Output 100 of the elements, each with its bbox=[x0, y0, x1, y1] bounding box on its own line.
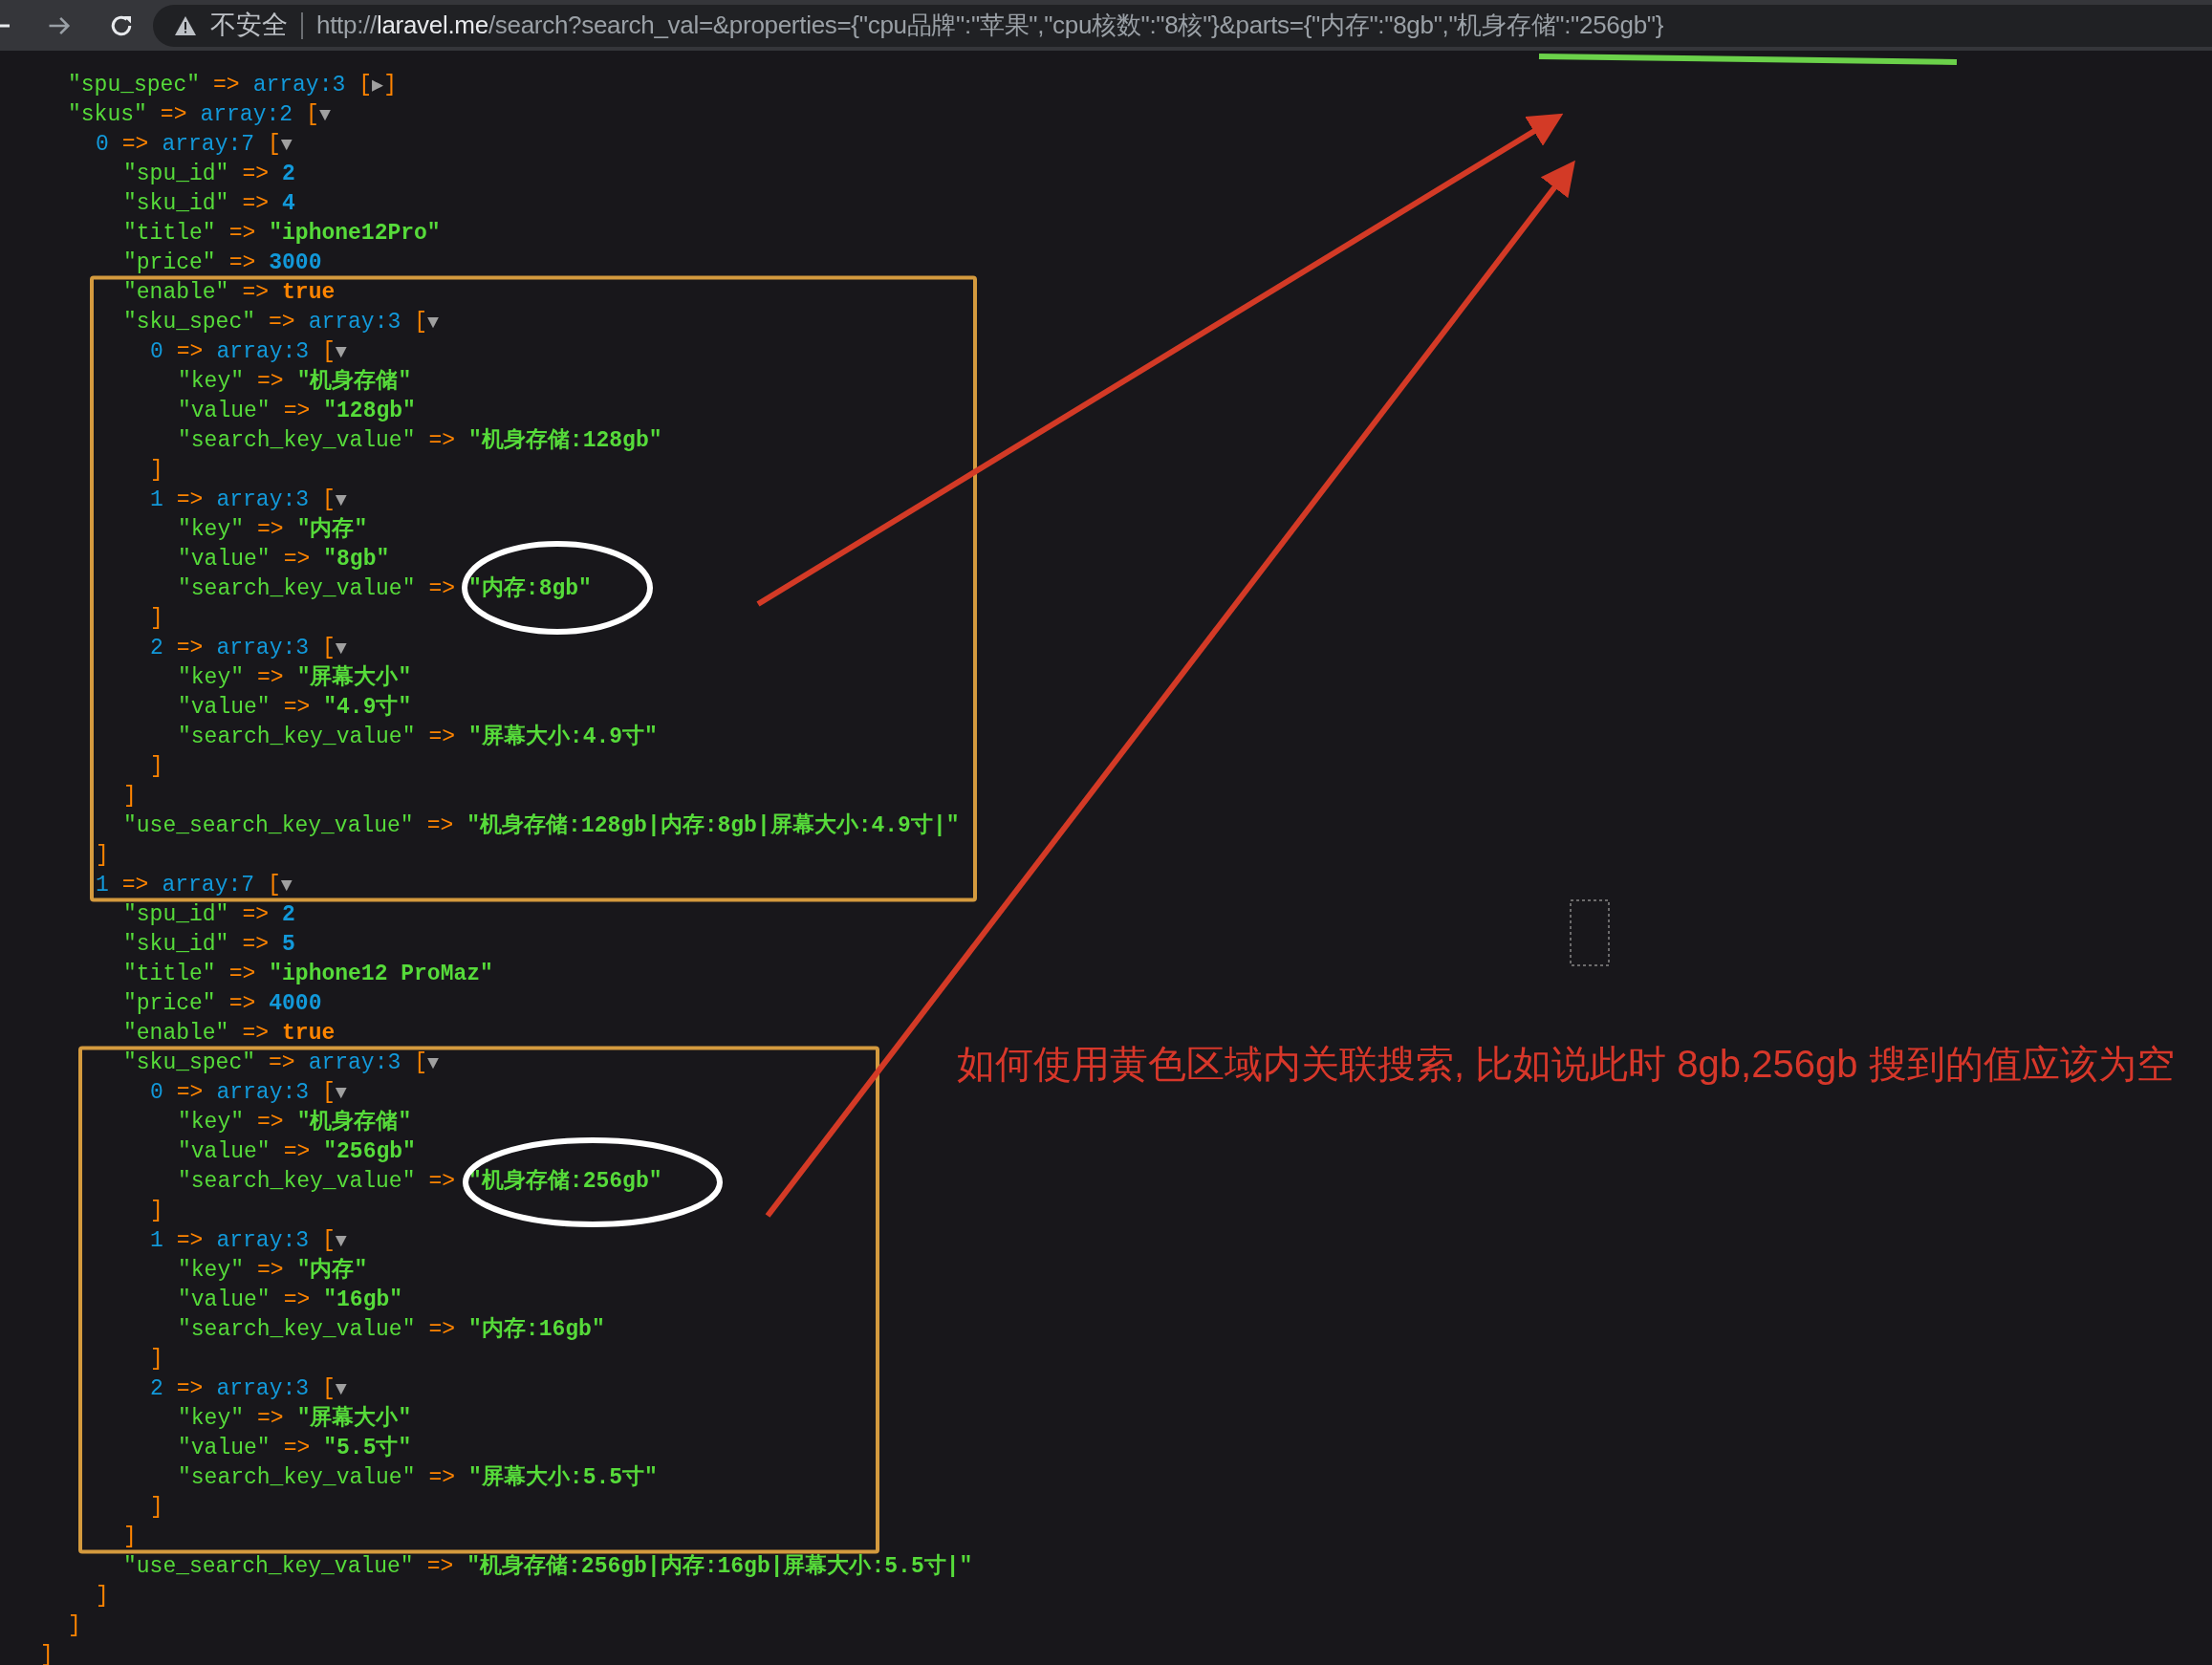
toggle-icon[interactable]: ▼ bbox=[427, 307, 440, 337]
toggle-icon[interactable]: ▼ bbox=[335, 1077, 347, 1108]
dump-arrow: => bbox=[176, 337, 204, 366]
dump-index: 2 bbox=[150, 1374, 163, 1403]
dump-arrow: => bbox=[283, 693, 311, 722]
dump-key: "search_key_value" bbox=[178, 1314, 416, 1345]
dump-string: "内存:8gb" bbox=[468, 574, 592, 603]
dump-key: "sku_spec" bbox=[123, 1048, 256, 1078]
dump-bracket: ] bbox=[150, 456, 163, 485]
dump-key: "search_key_value" bbox=[178, 425, 416, 456]
dump-arrow: => bbox=[121, 130, 149, 159]
dump-type: array:3 bbox=[216, 1226, 310, 1255]
dump-key: "skus" bbox=[68, 99, 147, 130]
url-text[interactable]: http://laravel.me/search?search_val=&properties={"cpu品牌":"苹果","cpu核数":"8核"}&parts={"内存":"8gb","机身存储":"256gb"} bbox=[316, 7, 1664, 44]
dump-key: "key" bbox=[178, 1255, 244, 1286]
dump-bracket: [ bbox=[322, 337, 336, 366]
toggle-icon[interactable]: ▼ bbox=[335, 1373, 347, 1404]
dump-number: 3000 bbox=[269, 249, 322, 277]
dump-string: "屏幕大小:5.5寸" bbox=[468, 1463, 658, 1492]
dump-string: "内存" bbox=[296, 515, 368, 544]
toggle-icon[interactable]: ▶ bbox=[372, 70, 384, 100]
dump-key: "use_search_key_value" bbox=[123, 811, 414, 841]
dump-key: "sku_id" bbox=[123, 929, 229, 960]
dump-string: "机身存储:256gb|内存:16gb|屏幕大小:5.5寸|" bbox=[466, 1552, 973, 1581]
dump-bracket: [ bbox=[322, 634, 336, 662]
dump-arrow: => bbox=[426, 811, 454, 840]
security-label: 不安全 bbox=[210, 10, 288, 42]
dump-key: "key" bbox=[178, 366, 244, 397]
dump-arrow: => bbox=[257, 1404, 284, 1433]
dump-string: "机身存储" bbox=[296, 367, 412, 396]
dump-number: 4000 bbox=[269, 989, 322, 1018]
dump-key: "key" bbox=[178, 1403, 244, 1434]
dump-arrow: => bbox=[176, 1226, 204, 1255]
dump-string: "5.5寸" bbox=[323, 1434, 412, 1462]
toggle-icon[interactable]: ▼ bbox=[335, 336, 347, 367]
dump-arrow: => bbox=[242, 900, 270, 929]
dump-bracket: ] bbox=[68, 1611, 81, 1640]
toggle-icon[interactable]: ▼ bbox=[335, 633, 347, 663]
toggle-icon[interactable]: ▼ bbox=[280, 129, 293, 160]
dump-type: array:3 bbox=[216, 634, 310, 662]
dump-index: 2 bbox=[150, 634, 163, 662]
dump-arrow: => bbox=[428, 723, 456, 751]
dump-bracket: ] bbox=[96, 1582, 109, 1611]
dump-arrow: => bbox=[176, 634, 204, 662]
dump-arrow: => bbox=[428, 574, 456, 603]
dump-bracket: ] bbox=[383, 71, 397, 99]
dump-key: "sku_id" bbox=[123, 188, 229, 219]
dump-arrow: => bbox=[176, 1374, 204, 1403]
dump-type: array:3 bbox=[216, 337, 310, 366]
dump-arrow: => bbox=[257, 663, 284, 692]
dump-bracket: ] bbox=[123, 1523, 137, 1551]
dump-key: "spu_id" bbox=[123, 899, 229, 930]
dump-arrow: => bbox=[283, 1137, 311, 1166]
dump-arrow: => bbox=[428, 1315, 456, 1344]
dump-string: "128gb" bbox=[323, 397, 416, 425]
dump-bracket: [ bbox=[414, 1049, 428, 1077]
dump-arrow: => bbox=[428, 426, 456, 455]
dump-key: "use_search_key_value" bbox=[123, 1551, 414, 1582]
dump-key: "value" bbox=[178, 1136, 271, 1167]
toggle-icon[interactable]: ▼ bbox=[335, 1225, 347, 1256]
dump-type: array:3 bbox=[216, 486, 310, 514]
dump-arrow: => bbox=[121, 871, 149, 899]
dump-key: "enable" bbox=[123, 277, 229, 308]
dump-string: "机身存储" bbox=[296, 1108, 412, 1136]
selection-rectangle bbox=[1570, 899, 1610, 966]
dump-bracket: [ bbox=[268, 130, 281, 159]
dump-number: 2 bbox=[282, 900, 295, 929]
dump-bracket: ] bbox=[123, 782, 137, 811]
dump-type: array:3 bbox=[308, 1049, 401, 1077]
dump-bracket: [ bbox=[414, 308, 428, 336]
dump-string: "iphone12 ProMaz" bbox=[269, 960, 493, 988]
dump-bracket: [ bbox=[358, 71, 373, 99]
toggle-icon[interactable]: ▼ bbox=[318, 99, 331, 130]
toggle-icon[interactable]: ▼ bbox=[280, 870, 293, 900]
dump-key: "value" bbox=[178, 1433, 271, 1463]
dump-number: 2 bbox=[282, 160, 295, 188]
dump-arrow: => bbox=[213, 71, 240, 99]
dump-index: 1 bbox=[96, 871, 109, 899]
dump-bracket: ] bbox=[40, 1641, 54, 1665]
dump-arrow: => bbox=[242, 278, 270, 307]
dump-bracket: [ bbox=[322, 1226, 336, 1255]
dump-bracket: ] bbox=[150, 1493, 163, 1522]
dump-arrow: => bbox=[257, 1256, 284, 1285]
dump-arrow: => bbox=[242, 189, 270, 218]
dump-bracket: ] bbox=[150, 752, 163, 781]
dump-key: "value" bbox=[178, 544, 271, 574]
dump-arrow: => bbox=[257, 515, 284, 544]
dump-key: "spu_id" bbox=[123, 159, 229, 189]
dump-key: "enable" bbox=[123, 1018, 229, 1049]
dump-string: "256gb" bbox=[323, 1137, 416, 1166]
toggle-icon[interactable]: ▼ bbox=[335, 485, 347, 515]
warning-icon bbox=[174, 14, 197, 36]
toggle-icon[interactable]: ▼ bbox=[427, 1048, 440, 1078]
dump-arrow: => bbox=[228, 249, 256, 277]
dump-arrow: => bbox=[176, 1078, 204, 1107]
dump-key: "key" bbox=[178, 1107, 244, 1137]
dump-key: "value" bbox=[178, 396, 271, 426]
address-bar[interactable]: 不安全 http://laravel.me/search?search_val=&properties={"cpu品牌":"苹果","cpu核数":"8核"}&parts={"内存":"8gb","机身存储":"256gb"} bbox=[153, 4, 2212, 47]
dump-string: "4.9寸" bbox=[323, 693, 412, 722]
dump-string: "机身存储:128gb|内存:8gb|屏幕大小:4.9寸|" bbox=[466, 811, 960, 840]
